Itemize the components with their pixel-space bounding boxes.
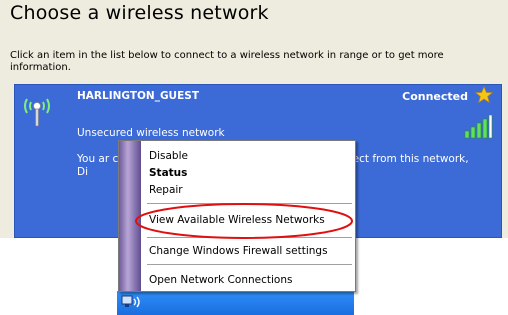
menu-item-firewall-settings[interactable]: Change Windows Firewall settings <box>149 245 328 257</box>
highlight-circle-annotation <box>135 203 353 239</box>
network-tray-icon[interactable] <box>121 294 143 312</box>
connection-status: Connected <box>402 90 468 103</box>
network-name: HARLINGTON_GUEST <box>77 90 199 102</box>
menu-item-open-network-connections[interactable]: Open Network Connections <box>149 274 292 286</box>
security-label: Unsecured wireless network <box>77 127 225 139</box>
star-icon <box>475 86 493 104</box>
menu-separator <box>147 264 352 265</box>
taskbar <box>117 291 354 315</box>
network-description-tail: nect from this network, <box>346 153 469 165</box>
context-menu: Disable Status Repair View Available Wir… <box>118 140 356 292</box>
menu-item-status[interactable]: Status <box>149 167 187 179</box>
page-title: Choose a wireless network <box>10 2 269 24</box>
signal-strength-icon <box>464 115 493 139</box>
instructions-text: Click an item in the list below to conne… <box>10 50 444 73</box>
menu-item-repair[interactable]: Repair <box>149 184 183 196</box>
menu-item-disable[interactable]: Disable <box>149 150 188 162</box>
wireless-antenna-icon <box>24 98 50 127</box>
